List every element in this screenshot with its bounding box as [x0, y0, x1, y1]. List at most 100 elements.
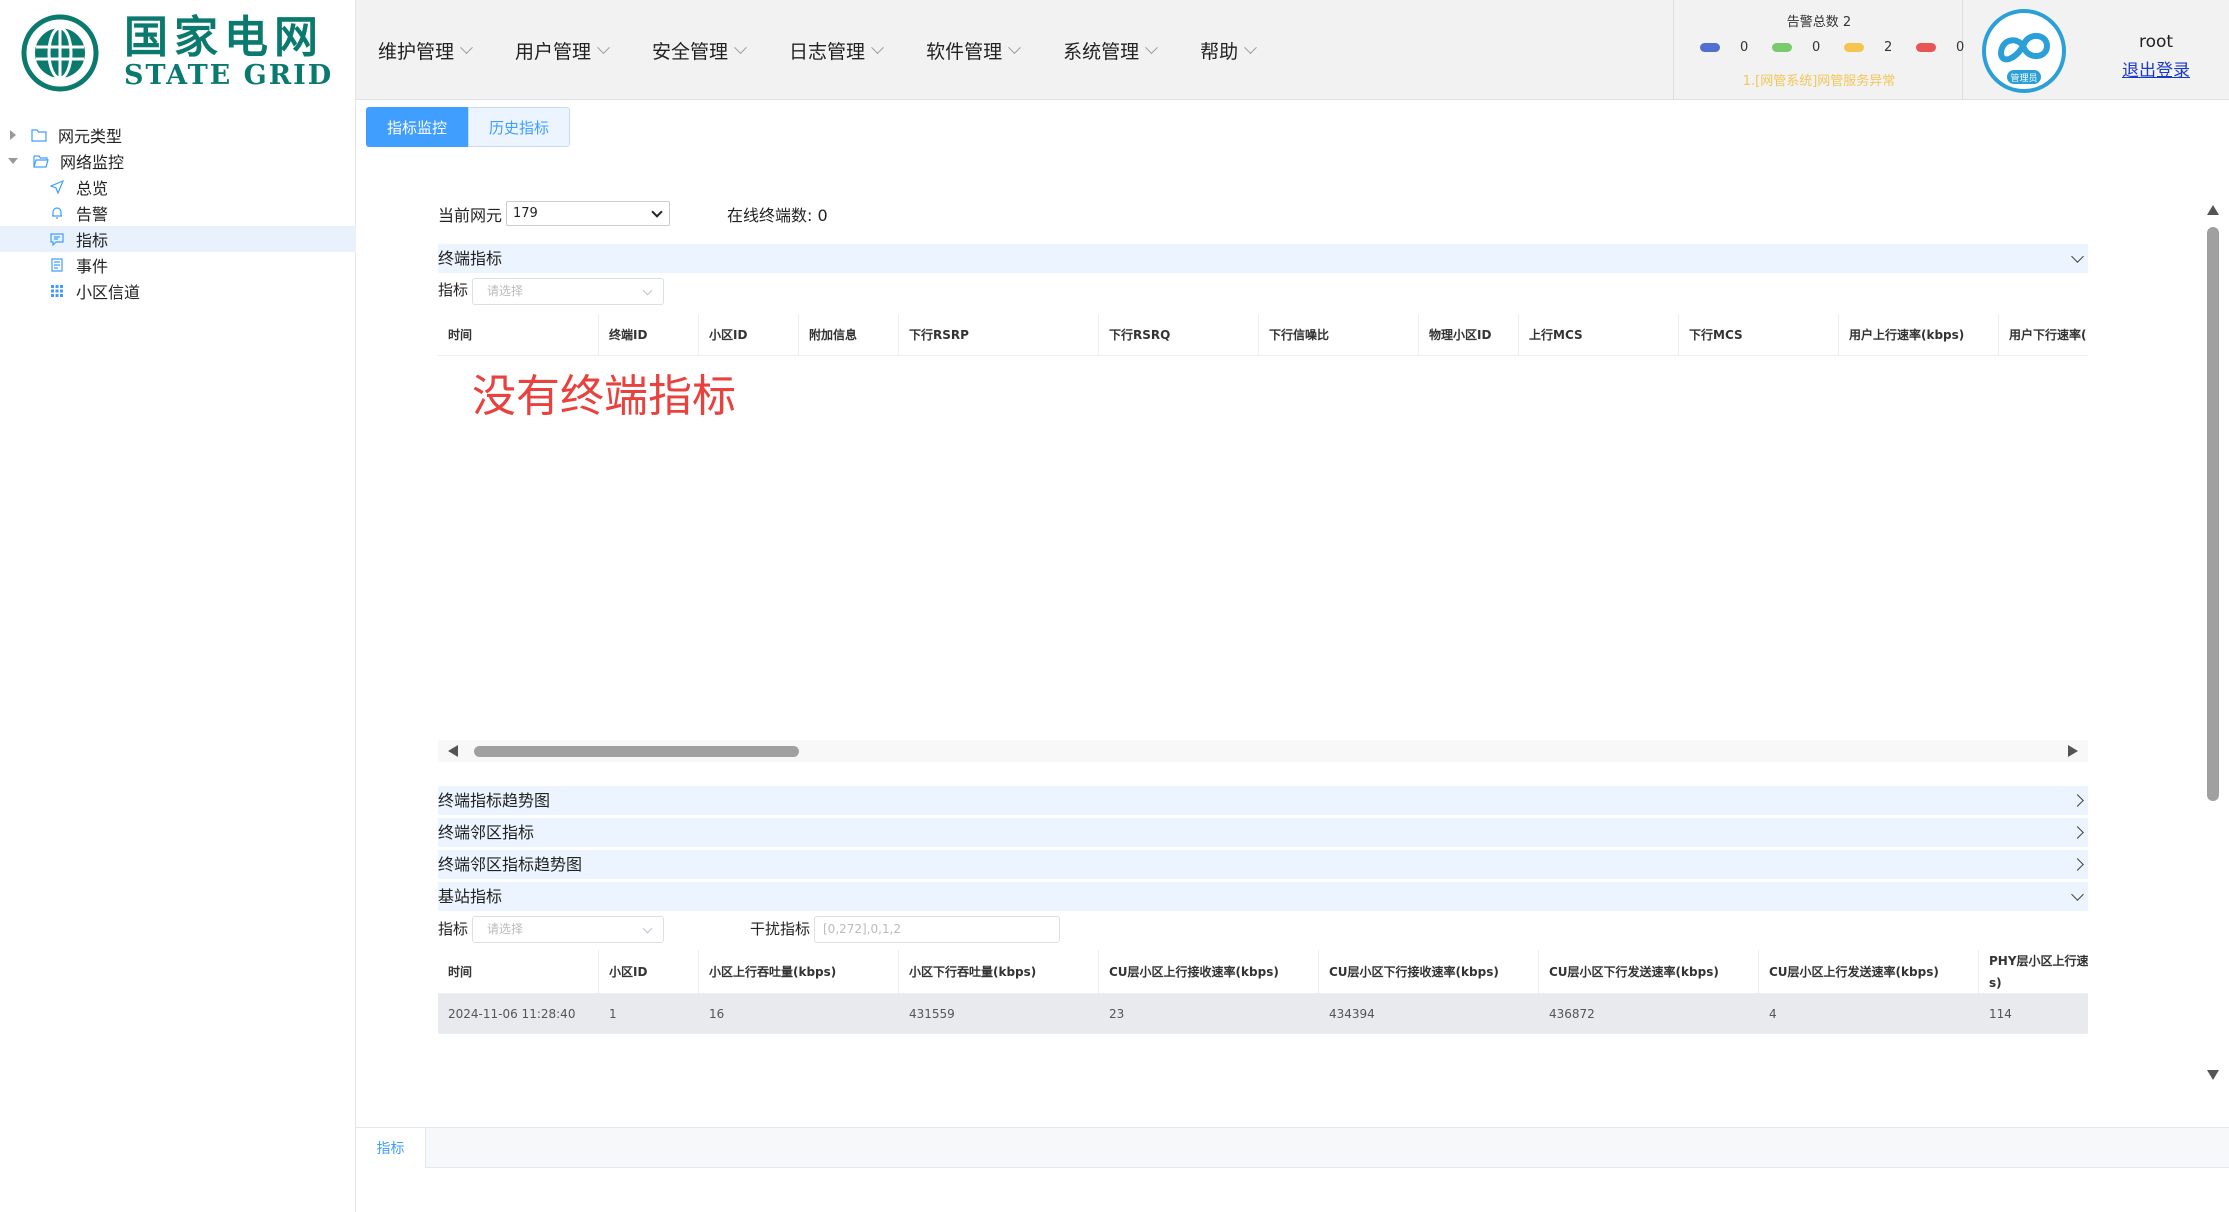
chevron-down-icon: [642, 923, 653, 934]
menu-maintenance[interactable]: 维护管理: [356, 0, 493, 100]
terminal-metric-select[interactable]: 请选择: [472, 278, 664, 305]
menu-users[interactable]: 用户管理: [493, 0, 630, 100]
column-header-line: PHY层小区上行速: [1989, 953, 2088, 968]
terminal-metrics-table: 时间 终端ID 小区ID 附加信息 下行RSRP 下行RSRQ 下行信噪比 物理…: [438, 314, 2088, 356]
scrollbar-thumb[interactable]: [474, 746, 799, 757]
tree-label: 总览: [76, 179, 109, 198]
menu-software[interactable]: 软件管理: [904, 0, 1041, 100]
horizontal-scrollbar[interactable]: [438, 740, 2088, 762]
online-terminal-count: 在线终端数: 0: [727, 206, 828, 225]
select-placeholder: 请选择: [487, 922, 524, 936]
tree-label: 网络监控: [60, 153, 125, 172]
alarm-summary[interactable]: 告警总数 2 0 0 2 0 1.[网管系统]网管服务异常: [1673, 0, 1965, 100]
section-title: 终端邻区指标趋势图: [438, 855, 583, 874]
column-header: 上行MCS: [1519, 314, 1679, 355]
chevron-down-icon: [642, 285, 653, 296]
current-ne-label: 当前网元: [438, 206, 503, 225]
top-navigation-bar: 维护管理 用户管理 安全管理 日志管理 软件管理 系统管理 帮助 告警总数 2 …: [356, 0, 2229, 100]
section-title: 终端指标: [438, 249, 503, 268]
table-cell: 16: [709, 1006, 725, 1021]
chevron-down-icon: [1008, 40, 1021, 54]
column-header: 附加信息: [799, 314, 899, 355]
select-placeholder: 请选择: [487, 284, 524, 298]
column-header: CU层小区下行发送速率(kbps): [1539, 950, 1759, 993]
interference-label: 干扰指标: [750, 920, 811, 938]
menu-help[interactable]: 帮助: [1178, 0, 1277, 100]
chevron-down-icon: [2071, 250, 2084, 263]
table-cell: 114: [1989, 1006, 2012, 1021]
column-header: 小区ID: [599, 950, 699, 993]
menu-label: 用户管理: [515, 40, 592, 63]
tree-node-network-monitor[interactable]: 网络监控: [8, 148, 124, 174]
section-title: 终端指标趋势图: [438, 791, 551, 810]
bottom-tab-metrics[interactable]: 指标: [356, 1128, 426, 1168]
table-row[interactable]: 2024-11-06 11:28:40 1 16 431559 23 43439…: [438, 994, 2088, 1034]
column-header: 下行RSRP: [899, 314, 1099, 355]
menu-label: 系统管理: [1063, 40, 1140, 63]
interference-input[interactable]: [0,272],0,1,2: [814, 916, 1060, 943]
tree-label: 网元类型: [58, 127, 123, 146]
chevron-down-icon: [1244, 40, 1257, 54]
base-metric-select[interactable]: 请选择: [472, 916, 664, 943]
caret-down-icon[interactable]: [8, 158, 18, 164]
chevron-down-icon: [651, 206, 663, 218]
send-icon: [48, 178, 66, 196]
scroll-down-icon[interactable]: [2207, 1070, 2219, 1080]
table-cell: 1: [609, 1006, 617, 1021]
chat-icon: [48, 230, 66, 248]
section-terminal-neighbor[interactable]: 终端邻区指标: [438, 818, 2088, 848]
scroll-up-icon[interactable]: [2207, 205, 2219, 215]
tree-label: 事件: [76, 257, 109, 276]
tree-node-events[interactable]: 事件: [48, 252, 108, 278]
column-header: 下行MCS: [1679, 314, 1839, 355]
scroll-right-icon[interactable]: [2068, 745, 2078, 757]
section-terminal-metrics[interactable]: 终端指标: [438, 244, 2088, 274]
section-base-station-metrics[interactable]: 基站指标: [438, 882, 2088, 912]
menu-system[interactable]: 系统管理: [1041, 0, 1178, 100]
logo-area: 国家电网 STATE GRID: [0, 0, 356, 100]
section-terminal-neighbor-trend[interactable]: 终端邻区指标趋势图: [438, 850, 2088, 880]
logout-link[interactable]: 退出登录: [2101, 56, 2211, 81]
menu-logs[interactable]: 日志管理: [767, 0, 904, 100]
chevron-down-icon: [2071, 888, 2084, 901]
column-header: 终端ID: [599, 314, 699, 355]
menu-label: 安全管理: [652, 40, 729, 63]
app-root: 国家电网 STATE GRID 维护管理 用户管理 安全管理 日志管理 软件管理…: [0, 0, 2229, 1212]
folder-icon: [30, 126, 48, 144]
view-tabs: 指标监控 历史指标: [366, 107, 571, 147]
alarm-level-yellow-indicator: [1844, 43, 1864, 52]
tab-metric-monitor[interactable]: 指标监控: [366, 107, 469, 147]
chevron-down-icon: [460, 40, 473, 54]
scroll-left-icon[interactable]: [448, 745, 458, 757]
caret-right-icon[interactable]: [10, 130, 16, 140]
input-placeholder: [0,272],0,1,2: [823, 922, 902, 936]
table-cell: 434394: [1329, 1006, 1375, 1021]
table-cell: 2024-11-06 11:28:40: [448, 1006, 576, 1021]
menu-security[interactable]: 安全管理: [630, 0, 767, 100]
sidebar-tree: 网元类型 网络监控 总览 告警 指标 事件 小区信道: [0, 100, 356, 1212]
alarm-count-red: 0: [1956, 40, 1965, 55]
logo-chinese-text: 国家电网: [124, 12, 324, 63]
table-cell: 431559: [909, 1006, 955, 1021]
tree-node-alarms[interactable]: 告警: [48, 200, 108, 226]
chevron-down-icon: [734, 40, 747, 54]
tree-node-overview[interactable]: 总览: [48, 174, 108, 200]
column-header: CU层小区下行接收速率(kbps): [1319, 950, 1539, 993]
section-terminal-trend[interactable]: 终端指标趋势图: [438, 786, 2088, 816]
scrollbar-thumb[interactable]: [2207, 227, 2219, 801]
table-cell: 23: [1109, 1006, 1125, 1021]
vertical-scrollbar[interactable]: [2204, 200, 2226, 1085]
tree-node-metrics[interactable]: 指标: [0, 226, 356, 252]
document-icon: [48, 256, 66, 274]
table-cell: 436872: [1549, 1006, 1595, 1021]
alarm-message[interactable]: 1.[网管系统]网管服务异常: [1674, 70, 1964, 89]
username: root: [2138, 32, 2174, 52]
chevron-right-icon: [2071, 858, 2084, 871]
current-ne-select[interactable]: 179: [506, 201, 670, 226]
tree-node-cell-channel[interactable]: 小区信道: [48, 278, 140, 304]
table-header-row: 时间 小区ID 小区上行吞吐量(kbps) 小区下行吞吐量(kbps) CU层小…: [438, 950, 2088, 994]
chevron-down-icon: [1145, 40, 1158, 54]
column-header: 时间: [438, 950, 599, 993]
tab-history-metrics[interactable]: 历史指标: [468, 107, 571, 147]
tree-node-ne-types[interactable]: 网元类型: [10, 122, 122, 148]
